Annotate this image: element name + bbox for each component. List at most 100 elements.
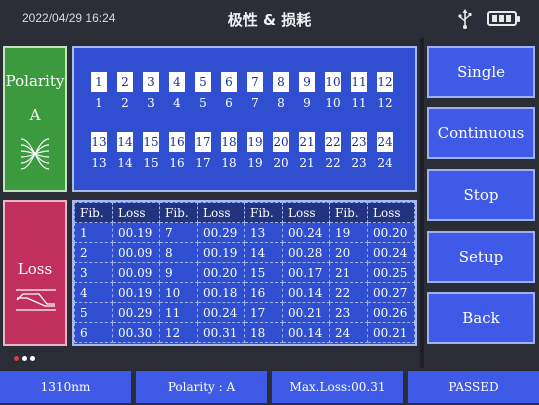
continuous-button[interactable]: Continuous — [427, 107, 535, 159]
fiber-box: 3 — [143, 72, 159, 92]
polarity-tile[interactable]: Polarity A — [3, 46, 67, 192]
table-row: 2 00.09 8 00.19 14 00.28 20 00.24 — [74, 242, 415, 263]
single-button[interactable]: Single — [427, 46, 535, 98]
fiber-number: 22 — [325, 156, 341, 170]
fiber-cell: 9 — [159, 262, 198, 283]
fiber-number: 11 — [351, 96, 367, 110]
fiber-number: 24 — [377, 156, 393, 170]
loss-cell: 00.20 — [197, 262, 245, 283]
fiber-number: 23 — [351, 156, 367, 170]
usb-icon — [458, 9, 472, 29]
polarity-label: Polarity — [5, 72, 65, 90]
loss-cell: 00.19 — [112, 222, 160, 243]
header-loss: Loss — [197, 202, 245, 223]
loss-cell: 00.14 — [282, 282, 330, 303]
fiber-22: 22 22 — [324, 132, 342, 170]
loss-cell: 00.17 — [282, 262, 330, 283]
fiber-cell: 14 — [244, 242, 283, 263]
loss-cell: 00.27 — [367, 282, 415, 303]
loss-tile[interactable]: Loss — [3, 200, 67, 346]
fiber-cell: 8 — [159, 242, 198, 263]
loss-cell: 00.18 — [197, 282, 245, 303]
fiber-box: 17 — [195, 132, 211, 152]
fiber-7: 77 — [246, 72, 264, 110]
fiber-4: 44 — [168, 72, 186, 110]
fiber-cell: 2 — [74, 242, 113, 263]
fiber-box: 12 — [377, 72, 393, 92]
status-polarity: Polarity : A — [136, 371, 267, 403]
fiber-number: 3 — [147, 96, 155, 110]
page-indicator[interactable] — [14, 356, 44, 364]
fiber-box: 7 — [247, 72, 263, 92]
fiber-cell: 20 — [329, 242, 368, 263]
fiber-box: 18 — [221, 132, 237, 152]
fiber-cell: 21 — [329, 262, 368, 283]
loss-label: Loss — [17, 260, 53, 278]
fiber-3: 33 — [142, 72, 160, 110]
fiber-18: 18 18 — [220, 132, 238, 170]
fiber-number: 18 — [221, 156, 237, 170]
fiber-box: 16 — [169, 132, 185, 152]
loss-cell: 00.31 — [197, 322, 245, 343]
fiber-14: 14 14 — [116, 132, 134, 170]
loss-cell: 00.19 — [197, 242, 245, 263]
loss-cell: 00.25 — [367, 262, 415, 283]
stop-button[interactable]: Stop — [427, 169, 535, 221]
loss-cell: 00.26 — [367, 302, 415, 323]
fiber-16: 16 16 — [168, 132, 186, 170]
fiber-17: 17 17 — [194, 132, 212, 170]
page-dot[interactable] — [30, 356, 35, 361]
loss-cell: 00.21 — [367, 322, 415, 343]
fiber-cell: 16 — [244, 282, 283, 303]
setup-button[interactable]: Setup — [427, 231, 535, 283]
fiber-24: 24 24 — [376, 132, 394, 170]
fiber-number: 8 — [277, 96, 285, 110]
fiber-10: 10 10 — [324, 72, 342, 110]
fiber-cell: 17 — [244, 302, 283, 323]
fiber-9: 99 — [298, 72, 316, 110]
page-dot[interactable] — [22, 356, 27, 361]
fiber-number: 6 — [225, 96, 233, 110]
fiber-cell: 11 — [159, 302, 198, 323]
fiber-8: 88 — [272, 72, 290, 110]
fiber-box: 19 — [247, 132, 263, 152]
fiber-number: 13 — [91, 156, 107, 170]
fiber-box: 9 — [299, 72, 315, 92]
fiber-box: 15 — [143, 132, 159, 152]
page-dot[interactable] — [14, 356, 19, 361]
loss-cell: 00.14 — [282, 322, 330, 343]
fiber-number: 17 — [195, 156, 211, 170]
polarity-value: A — [29, 106, 41, 124]
fiber-box: 24 — [377, 132, 393, 152]
fiber-11: 11 11 — [350, 72, 368, 110]
fiber-number: 1 — [95, 96, 103, 110]
fiber-map-panel: 1 1 2 2 3 3 4 4 5 5 6 6 7 7 8 8 9 9 10 10 11 11 12 12 13 13 14 14 15… — [72, 46, 417, 192]
header-loss: Loss — [367, 202, 415, 223]
fiber-number: 15 — [143, 156, 159, 170]
fiber-12: 12 12 — [376, 72, 394, 110]
fiber-21: 21 21 — [298, 132, 316, 170]
fiber-box: 5 — [195, 72, 211, 92]
header-fib: Fib. — [159, 202, 198, 223]
fiber-number: 9 — [303, 96, 311, 110]
fiber-cell: 15 — [244, 262, 283, 283]
fiber-cell: 22 — [329, 282, 368, 303]
loss-cell: 00.24 — [282, 222, 330, 243]
battery-icon — [487, 11, 520, 26]
fiber-cell: 6 — [74, 322, 113, 343]
fiber-number: 7 — [251, 96, 259, 110]
panel-divider — [420, 38, 424, 368]
header-fib: Fib. — [244, 202, 283, 223]
loss-table-header: Fib. Loss Fib. Loss Fib. Loss Fib. Loss — [74, 202, 415, 223]
fiber-cell: 13 — [244, 222, 283, 243]
table-row: 3 00.09 9 00.20 15 00.17 21 00.25 — [74, 262, 415, 283]
fiber-box: 13 — [91, 132, 107, 152]
fiber-cell: 7 — [159, 222, 198, 243]
fiber-number: 5 — [199, 96, 207, 110]
back-button[interactable]: Back — [427, 292, 535, 344]
header-fib: Fib. — [74, 202, 113, 223]
loss-cell: 00.09 — [112, 262, 160, 283]
fiber-20: 20 20 — [272, 132, 290, 170]
header-loss: Loss — [112, 202, 160, 223]
fiber-number: 10 — [325, 96, 341, 110]
